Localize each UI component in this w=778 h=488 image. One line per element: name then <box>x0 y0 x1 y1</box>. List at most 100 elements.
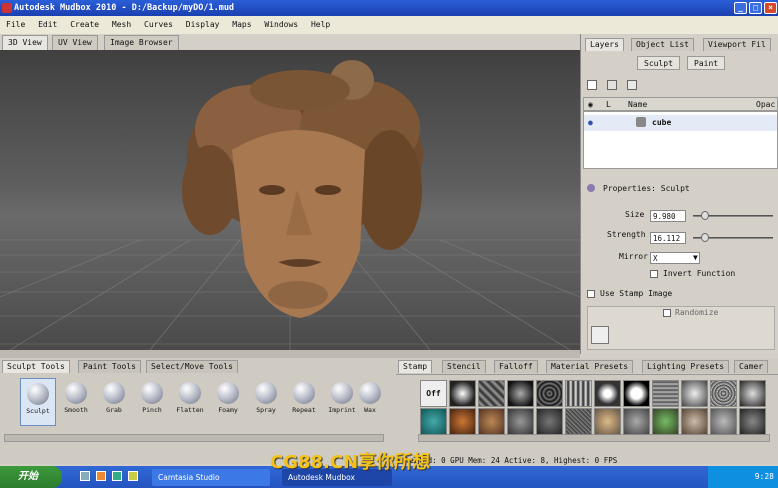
tool-pinch[interactable]: Pinch <box>134 378 170 426</box>
menu-file[interactable]: File <box>2 16 29 34</box>
tab-sculpt-tools[interactable]: Sculpt Tools <box>2 360 70 373</box>
stamp-thumbnail[interactable] <box>507 380 534 407</box>
stamps-scrollbar[interactable] <box>418 434 770 442</box>
new-layer-icon[interactable] <box>587 80 597 90</box>
tool-wax[interactable]: Wax <box>356 378 384 426</box>
3d-viewport[interactable] <box>0 50 580 350</box>
tool-foamy[interactable]: Foamy <box>210 378 246 426</box>
tab-select-move-tools[interactable]: Select/Move Tools <box>146 360 238 373</box>
pinch-tool-icon <box>141 382 163 404</box>
menu-maps[interactable]: Maps <box>228 16 255 34</box>
stamp-thumbnail[interactable] <box>565 380 592 407</box>
stamp-thumbnail[interactable] <box>594 380 621 407</box>
stamp-preview-icon[interactable] <box>591 326 609 344</box>
tool-imprint[interactable]: Imprint <box>324 378 360 426</box>
stamp-thumbnail[interactable] <box>536 408 563 435</box>
stamp-thumbnail[interactable] <box>449 408 476 435</box>
stamp-thumbnail[interactable] <box>565 408 592 435</box>
randomize-checkbox[interactable] <box>663 309 671 317</box>
delete-layer-icon[interactable] <box>607 80 617 90</box>
stamp-thumbnail[interactable] <box>739 408 766 435</box>
tab-paint-tools[interactable]: Paint Tools <box>78 360 141 373</box>
opacity-column: Opac <box>756 100 776 109</box>
invert-function-checkbox[interactable] <box>650 270 658 278</box>
chevron-down-icon[interactable]: ▼ <box>693 253 698 262</box>
quick-launch-icon[interactable] <box>80 471 90 481</box>
stamp-thumbnail[interactable] <box>681 380 708 407</box>
stamp-thumbnail[interactable] <box>507 408 534 435</box>
menu-display[interactable]: Display <box>182 16 224 34</box>
tool-flatten[interactable]: Flatten <box>172 378 208 426</box>
stamp-thumbnail[interactable] <box>623 408 650 435</box>
tab-stamp[interactable]: Stamp <box>398 360 433 373</box>
tab-viewport-filters[interactable]: Viewport Fil <box>703 38 771 51</box>
menu-bar: File Edit Create Mesh Curves Display Map… <box>0 16 778 34</box>
sculpt-layers-button[interactable]: Sculpt <box>637 56 680 70</box>
strength-input[interactable]: 16.112 <box>650 232 686 244</box>
tab-uv-view[interactable]: UV View <box>52 35 98 50</box>
maximize-button[interactable]: □ <box>749 2 762 14</box>
system-tray: 9:28 <box>708 466 778 488</box>
tab-material-presets[interactable]: Material Presets <box>546 360 634 373</box>
tab-stencil[interactable]: Stencil <box>442 360 486 373</box>
paint-layers-button[interactable]: Paint <box>687 56 726 70</box>
tool-repeat[interactable]: Repeat <box>286 378 322 426</box>
start-button[interactable]: 开始 <box>0 466 62 488</box>
tool-smooth[interactable]: Smooth <box>58 378 94 426</box>
viewport-scene <box>0 60 580 350</box>
minimize-button[interactable]: _ <box>734 2 747 14</box>
tab-3d-view[interactable]: 3D View <box>2 35 48 50</box>
task-camtasia-studio[interactable]: Camtasia Studio <box>152 469 270 486</box>
stamp-thumbnail[interactable] <box>710 380 737 407</box>
layer-row[interactable]: ● cube <box>584 115 777 131</box>
tab-falloff[interactable]: Falloff <box>494 360 538 373</box>
stamp-thumbnail[interactable] <box>681 408 708 435</box>
quick-launch-icon[interactable] <box>128 471 138 481</box>
stamp-thumbnail[interactable] <box>652 380 679 407</box>
menu-help[interactable]: Help <box>307 16 334 34</box>
stamp-thumbnail[interactable] <box>623 380 650 407</box>
size-slider-handle[interactable] <box>701 211 709 220</box>
stamp-thumbnail[interactable] <box>478 380 505 407</box>
merge-layer-icon[interactable] <box>627 80 637 90</box>
tab-camera-bookmarks[interactable]: Camer <box>734 360 769 373</box>
stamp-thumbnail[interactable] <box>420 408 447 435</box>
tab-lighting-presets[interactable]: Lighting Presets <box>642 360 730 373</box>
menu-mesh[interactable]: Mesh <box>108 16 135 34</box>
menu-windows[interactable]: Windows <box>260 16 302 34</box>
strength-slider-handle[interactable] <box>701 233 709 242</box>
tools-scrollbar[interactable] <box>4 434 384 442</box>
properties-panel: Properties: Sculpt Size 9.980 Strength 1… <box>583 178 778 354</box>
menu-edit[interactable]: Edit <box>34 16 61 34</box>
use-stamp-image-checkbox[interactable] <box>587 290 595 298</box>
stamp-thumbnail[interactable] <box>739 380 766 407</box>
close-button[interactable]: × <box>764 2 777 14</box>
strength-label: Strength <box>607 230 646 239</box>
tab-image-browser[interactable]: Image Browser <box>104 35 179 50</box>
stamp-off[interactable]: Off <box>420 380 447 407</box>
stamp-thumbnail[interactable] <box>594 408 621 435</box>
stamp-thumbnail[interactable] <box>478 408 505 435</box>
quick-launch-icon[interactable] <box>96 471 106 481</box>
quick-launch-icon[interactable] <box>112 471 122 481</box>
lock-column: L <box>606 100 611 109</box>
size-input[interactable]: 9.980 <box>650 210 686 222</box>
mirror-label: Mirror <box>619 252 648 261</box>
tab-object-list[interactable]: Object List <box>631 38 694 51</box>
stamp-thumbnail[interactable] <box>536 380 563 407</box>
stamp-thumbnail[interactable] <box>449 380 476 407</box>
menu-create[interactable]: Create <box>66 16 103 34</box>
tab-layers[interactable]: Layers <box>585 38 624 51</box>
tool-spray[interactable]: Spray <box>248 378 284 426</box>
stamp-thumbnail[interactable] <box>652 408 679 435</box>
tool-grab[interactable]: Grab <box>96 378 132 426</box>
use-stamp-image-label: Use Stamp Image <box>600 289 673 298</box>
name-column: Name <box>628 100 648 109</box>
menu-curves[interactable]: Curves <box>140 16 177 34</box>
viewport-scrollbar[interactable] <box>0 350 580 358</box>
layer-visible-icon[interactable]: ● <box>588 118 593 127</box>
stamp-thumbnail[interactable] <box>710 408 737 435</box>
status-bar: Selected: 0 GPU Mem: 24 Active: 8, Highe… <box>396 456 618 465</box>
clock: 9:28 <box>754 472 774 481</box>
tool-sculpt[interactable]: Sculpt <box>20 378 56 426</box>
